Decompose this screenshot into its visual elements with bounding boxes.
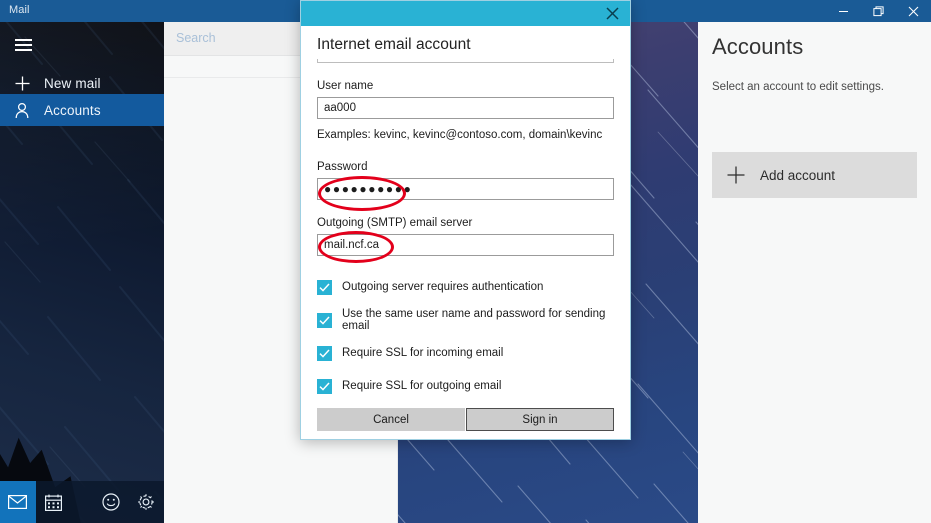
checkbox-label: Require SSL for incoming email [342,347,504,359]
username-field[interactable] [317,97,614,119]
checkmark-icon [317,312,332,328]
password-field[interactable] [317,178,614,200]
search-placeholder: Search [176,31,216,45]
sidebar-item-label: Accounts [44,102,101,118]
add-account-label: Add account [760,167,836,183]
dialog-body: Internet email account User name Example… [301,26,630,439]
dialog-header [301,1,630,26]
checkbox-label: Use the same user name and password for … [342,308,606,332]
mail-icon[interactable] [0,481,36,523]
navigation-pane: New mail Accounts [0,22,164,523]
smtp-server-label: Outgoing (SMTP) email server [317,217,473,229]
internet-email-account-dialog: Internet email account User name Example… [300,0,631,440]
smtp-server-field[interactable] [317,234,614,256]
dialog-title: Internet email account [317,36,471,53]
page-subtitle: Select an account to edit settings. [712,81,884,93]
checkbox-ssl-incoming[interactable]: Require SSL for incoming email [317,344,617,362]
sidebar-bottom-bar [0,481,164,523]
sidebar-item-accounts[interactable]: Accounts [0,94,164,126]
username-hint: Examples: kevinc, kevinc@contoso.com, do… [317,129,603,141]
window-title: Mail [9,4,30,16]
close-icon[interactable] [594,1,630,26]
hamburger-icon[interactable] [6,28,50,62]
accounts-settings-pane: Accounts Select an account to edit setti… [698,22,931,523]
gear-icon[interactable] [129,481,165,523]
close-button[interactable] [896,0,931,22]
plus-icon [712,165,760,185]
cancel-button[interactable]: Cancel [317,408,465,431]
checkmark-icon [317,345,332,361]
sign-in-button[interactable]: Sign in [466,408,614,431]
checkbox-outgoing-auth[interactable]: Outgoing server requires authentication [317,278,617,296]
checkbox-same-credentials[interactable]: Use the same user name and password for … [317,308,617,332]
dialog-title-rule [317,59,614,63]
minimize-button[interactable] [826,0,861,22]
add-account-button[interactable]: Add account [712,152,917,198]
checkmark-icon [317,279,332,295]
sidebar-item-label: New mail [44,75,101,91]
window-controls [826,0,931,22]
mail-app-window: New mail Accounts Search Accounts Select… [0,0,931,523]
smiley-icon[interactable] [93,481,129,523]
page-title: Accounts [712,34,804,59]
username-label: User name [317,80,374,92]
password-label: Password [317,161,368,173]
checkbox-ssl-outgoing[interactable]: Require SSL for outgoing email [317,377,617,395]
calendar-icon[interactable] [36,481,72,523]
person-icon [0,102,44,119]
checkbox-label: Outgoing server requires authentication [342,281,544,293]
plus-icon [0,75,44,92]
checkmark-icon [317,378,332,394]
checkbox-label: Require SSL for outgoing email [342,380,502,392]
restore-button[interactable] [861,0,896,22]
